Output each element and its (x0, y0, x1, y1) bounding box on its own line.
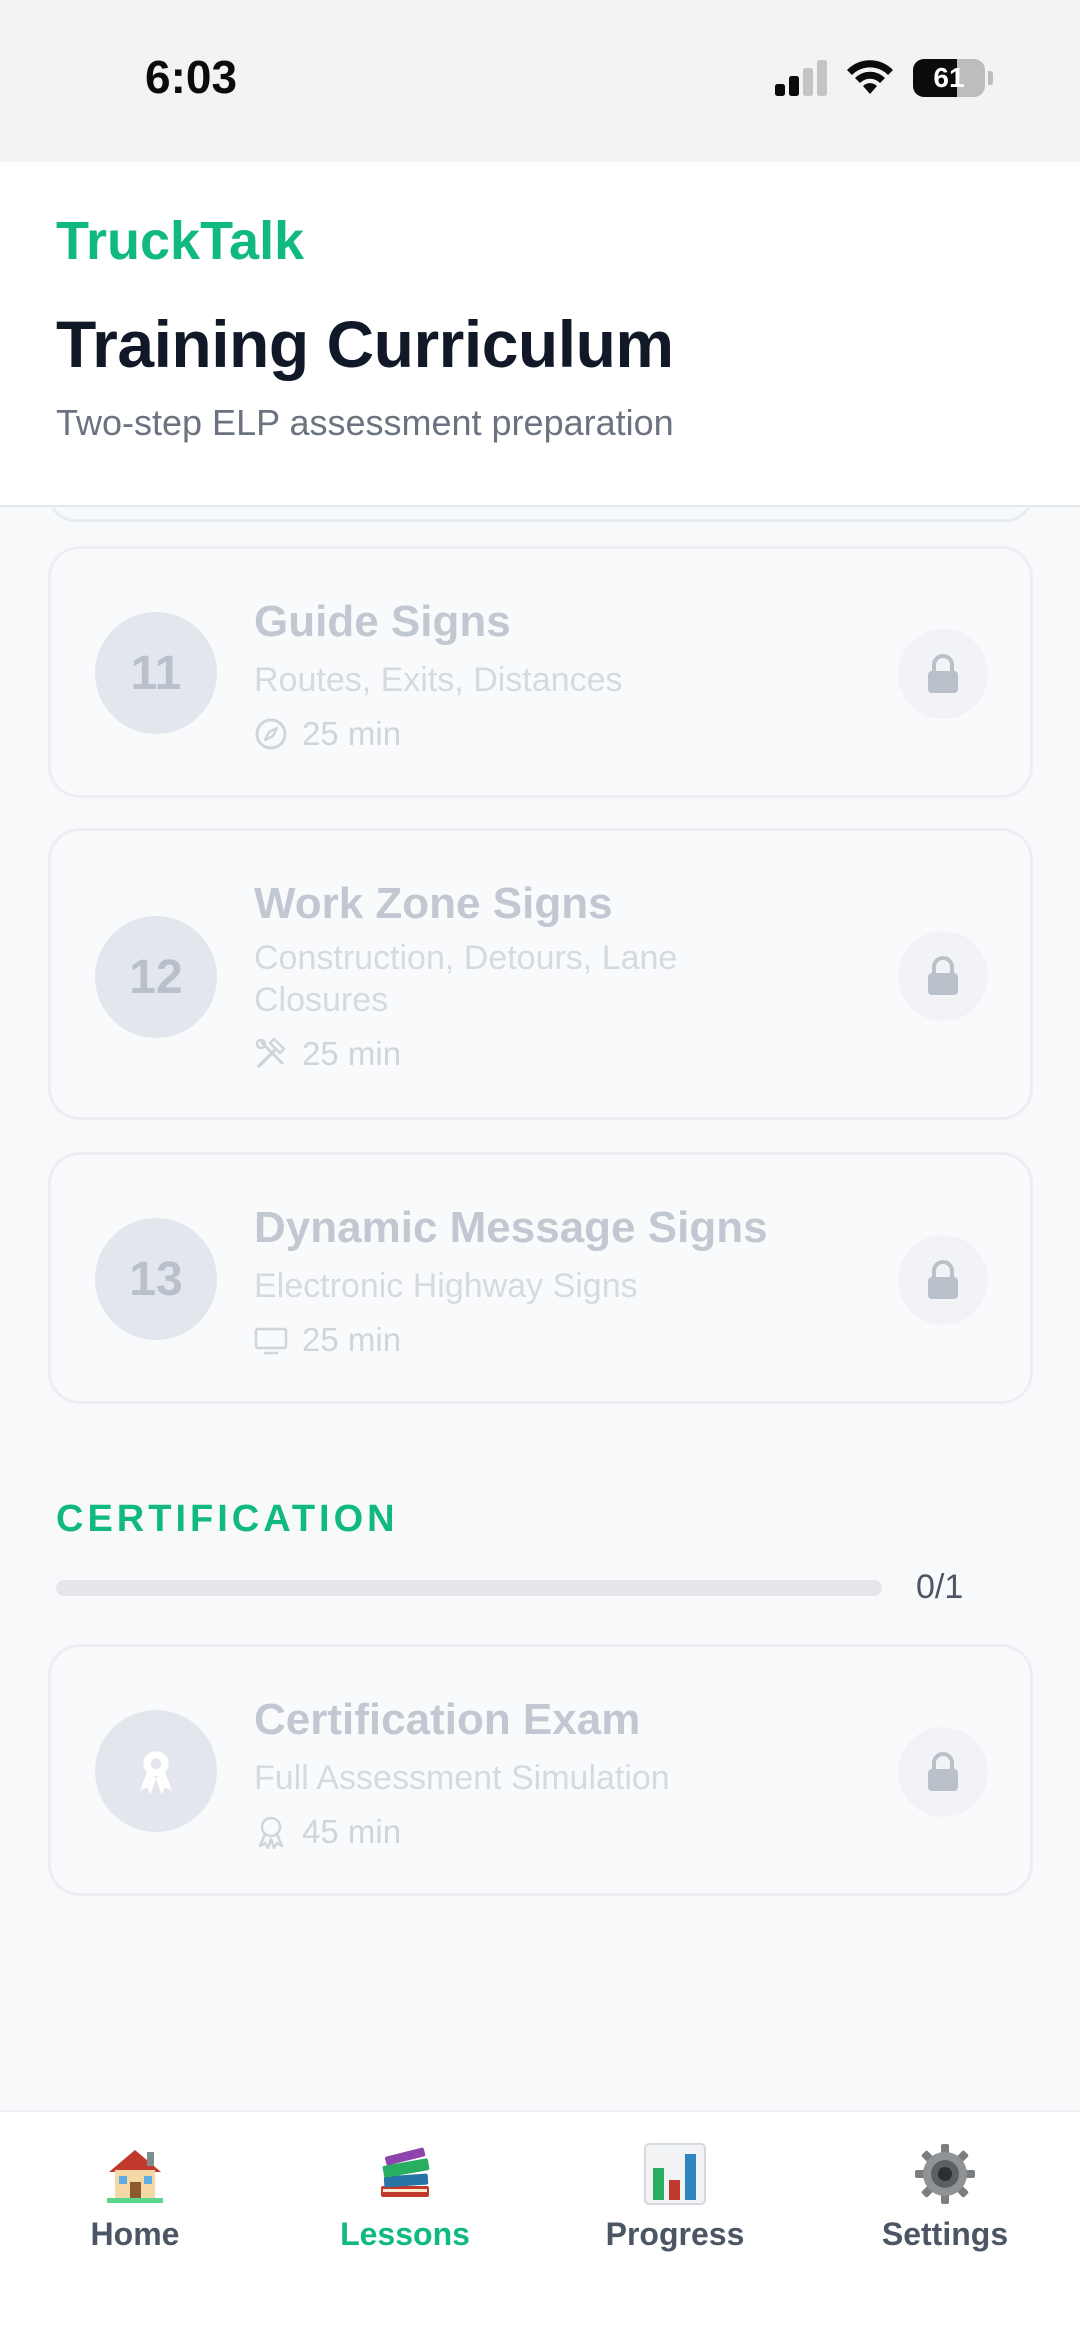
lesson-title: Certification Exam (254, 1695, 641, 1744)
tab-progress[interactable]: Progress (575, 2142, 775, 2272)
battery-nub (988, 71, 993, 85)
previous-lesson-card[interactable] (48, 508, 1033, 522)
lock-icon (928, 654, 958, 693)
award-icon (139, 1751, 173, 1795)
duration-text: 25 min (302, 715, 402, 752)
house-icon (107, 2150, 163, 2203)
lesson-card-dynamic-message-signs[interactable]: 13 Dynamic Message Signs Electronic High… (48, 1152, 1033, 1404)
lock-button[interactable] (898, 931, 988, 1021)
lesson-card-work-zone-signs[interactable]: 12 Work Zone Signs Construction, Detours… (48, 828, 1033, 1120)
curriculum-list[interactable]: 11 Guide Signs Routes, Exits, Distances … (0, 508, 1080, 2110)
certification-progress-count: 0/1 (916, 1568, 964, 1606)
page-subtitle: Two-step ELP assessment preparation (56, 402, 674, 443)
status-bar: 6:03 61 (0, 0, 1080, 162)
app-header: TruckTalk Training Curriculum Two-step E… (0, 162, 1080, 507)
lesson-title: Dynamic Message Signs (254, 1203, 768, 1252)
lesson-card-certification-exam[interactable]: Certification Exam Full Assessment Simul… (48, 1644, 1033, 1896)
lesson-duration: 25 min (254, 1321, 401, 1359)
battery-percent: 61 (933, 62, 965, 93)
lesson-number: 12 (95, 916, 217, 1038)
lesson-subtitle: Electronic Highway Signs (254, 1267, 638, 1305)
tab-label: Lessons (340, 2216, 470, 2252)
lesson-duration: 25 min (254, 715, 401, 753)
duration-text: 25 min (302, 1321, 402, 1358)
lesson-number: 11 (95, 612, 217, 734)
page-title: Training Curriculum (56, 307, 674, 381)
exam-badge (95, 1710, 217, 1832)
lock-icon (928, 1260, 958, 1299)
brand-name: TruckTalk (56, 211, 305, 271)
tab-label: Settings (881, 2216, 1009, 2252)
section-title-certification: CERTIFICATION (56, 1498, 399, 1540)
duration-text: 25 min (302, 1035, 402, 1072)
lesson-subtitle: Construction, Detours, Lane Closures (254, 939, 678, 1019)
cellular-signal-icon (775, 60, 827, 96)
bottom-tab-bar: Home Lessons Progress Settings (0, 2110, 1080, 2341)
bar-chart-icon (644, 2143, 706, 2205)
lesson-subtitle: Routes, Exits, Distances (254, 661, 623, 699)
lesson-duration: 45 min (254, 1813, 401, 1851)
compass-icon (255, 718, 287, 750)
tab-label: Home (90, 2216, 180, 2252)
monitor-icon (254, 1327, 288, 1355)
lock-icon (928, 1752, 958, 1791)
award-ribbon-icon (258, 1816, 284, 1849)
lock-button[interactable] (898, 629, 988, 719)
certification-progress-bar (56, 1580, 882, 1596)
status-time: 6:03 (145, 51, 238, 103)
tools-icon (255, 1037, 286, 1068)
lesson-subtitle: Full Assessment Simulation (254, 1759, 670, 1797)
gear-icon (915, 2144, 975, 2204)
lesson-duration: 25 min (254, 1035, 401, 1073)
tab-label: Progress (605, 2216, 745, 2252)
tab-home[interactable]: Home (35, 2142, 235, 2272)
tab-settings[interactable]: Settings (845, 2142, 1045, 2272)
lock-button[interactable] (898, 1235, 988, 1325)
duration-text: 45 min (302, 1813, 402, 1850)
lesson-number: 13 (95, 1218, 217, 1340)
tab-lessons[interactable]: Lessons (305, 2142, 505, 2272)
lesson-title: Work Zone Signs (254, 879, 613, 928)
battery-icon: 61 (913, 59, 985, 97)
wifi-icon (847, 60, 893, 94)
lesson-title: Guide Signs (254, 597, 511, 646)
lesson-card-guide-signs[interactable]: 11 Guide Signs Routes, Exits, Distances … (48, 546, 1033, 798)
lock-button[interactable] (898, 1727, 988, 1817)
lock-icon (928, 956, 958, 995)
books-icon (381, 2147, 430, 2197)
